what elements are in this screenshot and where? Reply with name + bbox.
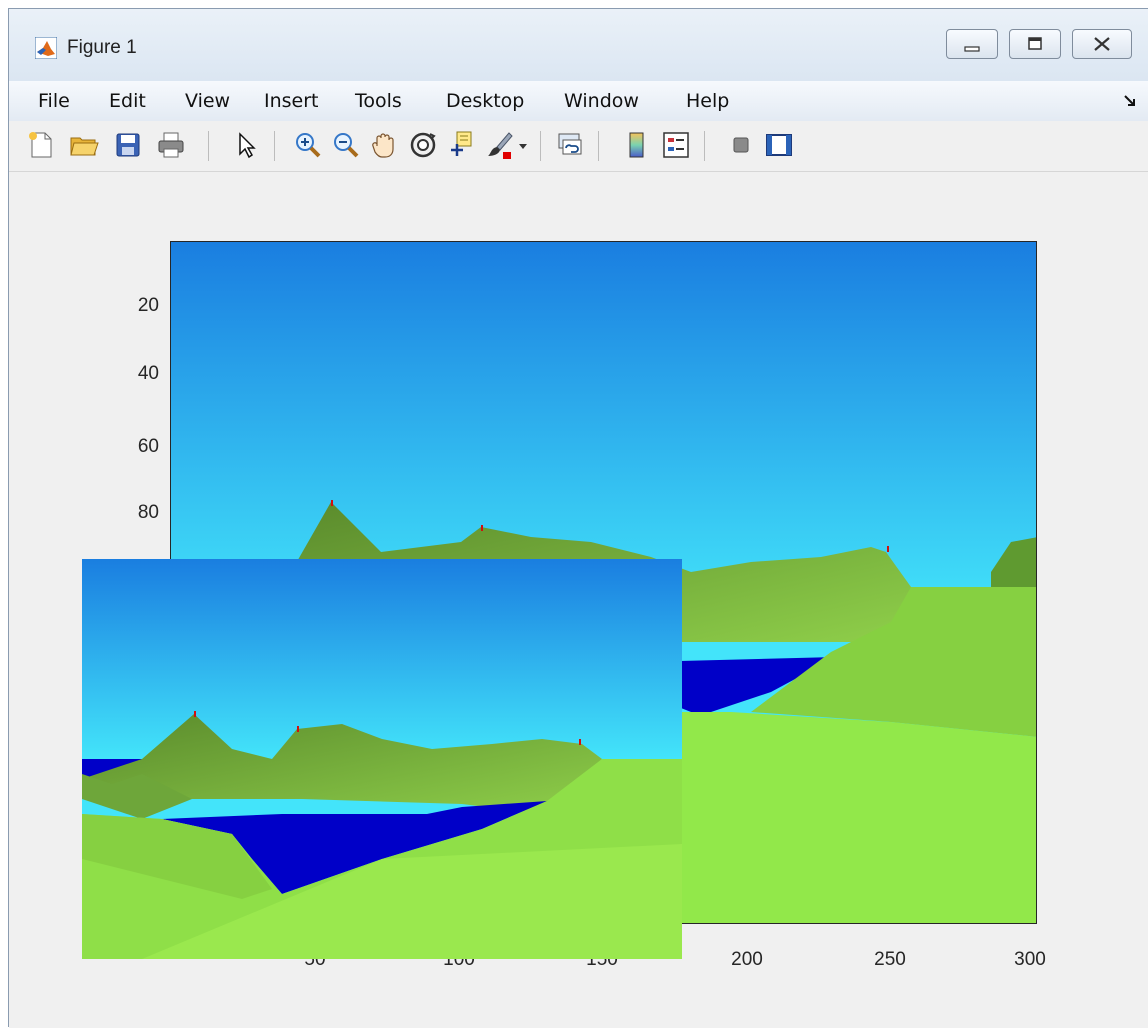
show-plot-tools-icon[interactable]: [764, 130, 794, 160]
brush-dropdown-icon[interactable]: [515, 130, 531, 160]
title-bar[interactable]: Figure 1: [9, 9, 1148, 81]
pan-hand-icon[interactable]: [369, 130, 399, 160]
x-tick-label: 250: [874, 949, 906, 970]
open-file-icon[interactable]: [69, 130, 99, 160]
zoom-out-icon[interactable]: [331, 130, 361, 160]
menu-tools[interactable]: Tools: [355, 90, 402, 112]
menu-file[interactable]: File: [38, 90, 70, 112]
menu-window[interactable]: Window: [564, 90, 639, 112]
y-tick-label: 20: [137, 295, 159, 316]
menu-insert[interactable]: Insert: [264, 90, 319, 112]
y-tick-label: 60: [137, 436, 159, 457]
menu-help[interactable]: Help: [686, 90, 729, 112]
menu-view[interactable]: View: [185, 90, 230, 112]
toolbar-separator: [704, 131, 705, 161]
figure-toolbar: [9, 121, 1148, 172]
new-figure-icon[interactable]: [26, 130, 56, 160]
figure-window: Figure 1 File Edit View Insert Tools Des…: [8, 8, 1148, 1028]
print-icon[interactable]: [156, 130, 186, 160]
minimize-icon: [964, 46, 980, 52]
figure-canvas[interactable]: 20 40 60 80 50 100 150 200 250 300: [9, 172, 1148, 1028]
window-title: Figure 1: [67, 37, 137, 58]
legend-icon[interactable]: [661, 130, 691, 160]
maximize-icon: [1028, 37, 1042, 50]
link-plot-icon[interactable]: [555, 130, 585, 160]
menu-desktop[interactable]: Desktop: [446, 90, 524, 112]
save-icon[interactable]: [113, 130, 143, 160]
hide-plot-tools-icon[interactable]: [726, 130, 756, 160]
x-tick-label: 200: [731, 949, 763, 970]
x-tick-label: 300: [1014, 949, 1046, 970]
data-cursor-icon[interactable]: [447, 130, 477, 160]
rotate-3d-icon[interactable]: [408, 130, 438, 160]
dock-arrow-icon[interactable]: [1124, 95, 1136, 107]
toolbar-separator: [274, 131, 275, 161]
toolbar-separator: [208, 131, 209, 161]
close-button[interactable]: [1072, 29, 1132, 59]
menu-bar: File Edit View Insert Tools Desktop Wind…: [9, 81, 1148, 122]
terrain-inset: [82, 559, 682, 959]
maximize-button[interactable]: [1009, 29, 1061, 59]
y-tick-label: 80: [137, 502, 159, 523]
pointer-icon[interactable]: [231, 130, 261, 160]
colorbar-icon[interactable]: [622, 130, 652, 160]
toolbar-separator: [540, 131, 541, 161]
y-tick-label: 40: [137, 363, 159, 384]
matlab-logo-icon: [35, 37, 57, 59]
zoom-in-icon[interactable]: [293, 130, 323, 160]
minimize-button[interactable]: [946, 29, 998, 59]
inset-image[interactable]: [82, 559, 682, 959]
menu-edit[interactable]: Edit: [109, 90, 146, 112]
brush-icon[interactable]: [485, 130, 515, 160]
close-icon: [1094, 37, 1110, 51]
toolbar-separator: [598, 131, 599, 161]
